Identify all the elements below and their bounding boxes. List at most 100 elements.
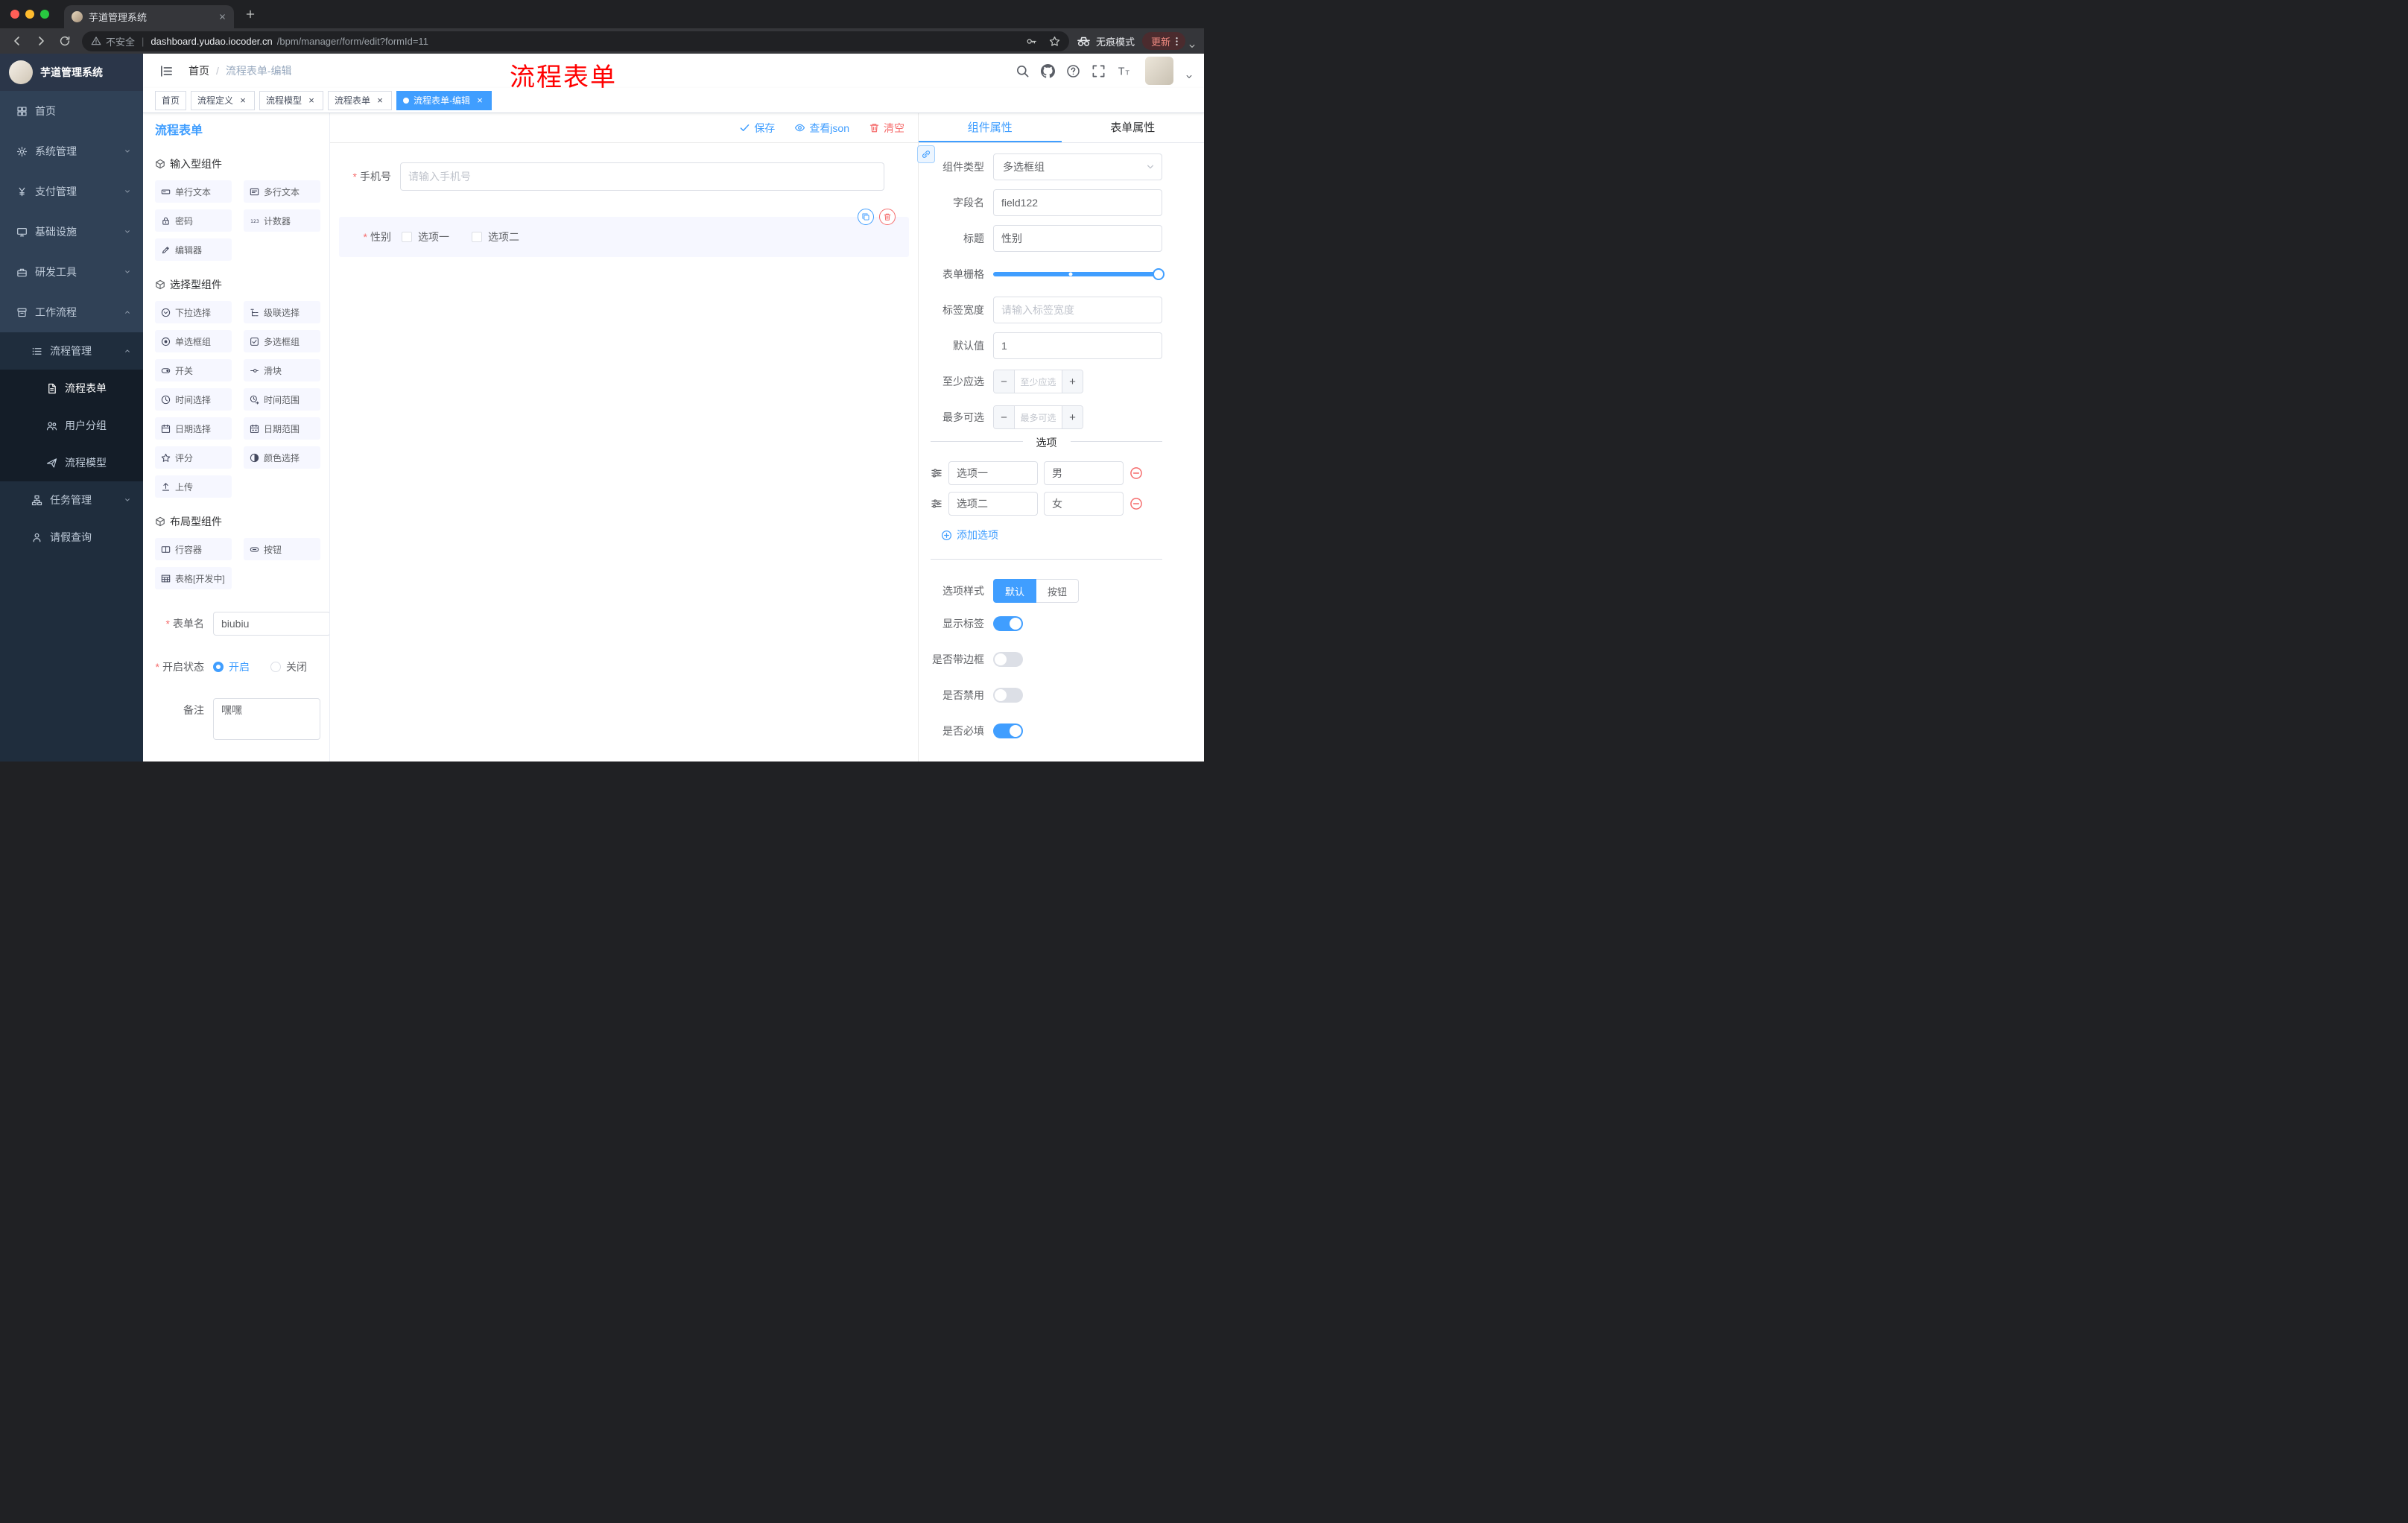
forward-button[interactable] [31, 31, 51, 51]
palette-item-radio[interactable]: 单选框组 [155, 330, 232, 352]
palette-item-btn[interactable]: 按钮 [244, 538, 320, 560]
option-value-input[interactable] [1044, 461, 1124, 485]
address-bar[interactable]: 不安全 | dashboard.yudao.iocoder.cn /bpm/ma… [82, 31, 1069, 51]
form-remark-textarea[interactable]: 嘿嘿 [213, 698, 320, 740]
chevron-down-icon[interactable] [1188, 42, 1197, 51]
minimize-window-button[interactable] [25, 10, 34, 19]
palette-item-upload[interactable]: 上传 [155, 475, 232, 498]
update-browser-button[interactable]: 更新 [1141, 32, 1185, 50]
option-value-input[interactable] [1044, 492, 1124, 516]
sidebar-item-user-group[interactable]: 用户分组 [0, 407, 143, 444]
component-type-select[interactable]: 多选框组 [993, 153, 1162, 180]
sidebar-item-workflow[interactable]: 工作流程 [0, 292, 143, 332]
save-button[interactable]: 保存 [739, 121, 775, 136]
palette-item-timerange[interactable]: 时间范围 [244, 388, 320, 411]
palette-item-rate[interactable]: 评分 [155, 446, 232, 469]
phone-input[interactable] [400, 162, 884, 191]
new-tab-button[interactable] [240, 4, 261, 25]
sidebar-item-system-mgmt[interactable]: 系统管理 [0, 131, 143, 171]
sidebar-item-dev-tools[interactable]: 研发工具 [0, 252, 143, 292]
palette-item-textarea[interactable]: 多行文本 [244, 180, 320, 203]
palette-item-switch[interactable]: 开关 [155, 359, 232, 381]
view-json-button[interactable]: 查看json [794, 121, 849, 136]
palette-item-table[interactable]: 表格[开发中] [155, 567, 232, 589]
add-option-button[interactable]: 添加选项 [941, 528, 1162, 542]
palette-item-select[interactable]: 下拉选择 [155, 301, 232, 323]
browser-menu-icon[interactable] [1171, 36, 1182, 47]
sidebar-item-leave-query[interactable]: 请假查询 [0, 519, 143, 556]
sidebar-toggle-icon[interactable] [159, 64, 174, 78]
browser-tab[interactable]: 芋道管理系统 [64, 5, 234, 28]
sidebar-item-process-form[interactable]: 流程表单 [0, 370, 143, 407]
palette-item-color[interactable]: 颜色选择 [244, 446, 320, 469]
sidebar-item-payment-mgmt[interactable]: 支付管理 [0, 171, 143, 212]
min-count-value[interactable]: 至少应选 [1015, 370, 1062, 393]
toggle-required[interactable] [993, 723, 1023, 738]
decrease-button[interactable]: − [994, 406, 1015, 428]
font-size-icon[interactable] [1117, 64, 1131, 78]
label-width-input[interactable] [993, 297, 1162, 323]
remove-option-icon[interactable] [1129, 497, 1143, 510]
palette-item-rowc[interactable]: 行容器 [155, 538, 232, 560]
copy-field-button[interactable] [858, 209, 874, 225]
checkbox-option-1[interactable]: 选项一 [402, 229, 449, 244]
toggle-disabled[interactable] [993, 688, 1023, 703]
sidebar-item-home[interactable]: 首页 [0, 91, 143, 131]
increase-button[interactable]: + [1062, 370, 1083, 393]
decrease-button[interactable]: − [994, 370, 1015, 393]
close-icon[interactable]: × [375, 95, 385, 106]
status-radio-off[interactable]: 关闭 [270, 659, 307, 674]
palette-item-lock[interactable]: 密码 [155, 209, 232, 232]
close-icon[interactable]: × [238, 95, 248, 106]
palette-item-time[interactable]: 时间选择 [155, 388, 232, 411]
reload-button[interactable] [55, 31, 75, 51]
sidebar-item-process-model[interactable]: 流程模型 [0, 444, 143, 481]
breadcrumb-home[interactable]: 首页 [188, 63, 209, 78]
nav-tag-4[interactable]: 流程表单-编辑 × [396, 90, 492, 110]
nav-tag-2[interactable]: 流程模型 × [259, 90, 324, 110]
github-icon[interactable] [1041, 64, 1055, 78]
sidebar-item-process-mgmt[interactable]: 流程管理 [0, 332, 143, 370]
drag-handle-icon[interactable] [931, 467, 942, 479]
palette-item-checkbox[interactable]: 多选框组 [244, 330, 320, 352]
nav-tag-0[interactable]: 首页 [155, 90, 187, 110]
bookmark-star-icon[interactable] [1049, 36, 1060, 47]
drag-handle-icon[interactable] [931, 498, 942, 510]
nav-tag-1[interactable]: 流程定义 × [191, 90, 256, 110]
field-name-input[interactable] [993, 189, 1162, 216]
max-count-value[interactable]: 最多可选 [1015, 406, 1062, 428]
search-icon[interactable] [1016, 64, 1030, 78]
nav-tag-3[interactable]: 流程表单 × [328, 90, 393, 110]
sidebar-item-infrastructure[interactable]: 基础设施 [0, 212, 143, 252]
link-button[interactable] [917, 145, 935, 163]
form-name-input[interactable] [213, 612, 329, 636]
slider-handle[interactable] [1153, 268, 1165, 280]
palette-item-cascader[interactable]: 级联选择 [244, 301, 320, 323]
palette-item-daterange[interactable]: 日期范围 [244, 417, 320, 440]
palette-item-input[interactable]: 单行文本 [155, 180, 232, 203]
default-value-input[interactable] [993, 332, 1162, 359]
close-icon[interactable]: × [306, 95, 317, 106]
palette-item-sliderh[interactable]: 滑块 [244, 359, 320, 381]
status-radio-on[interactable]: 开启 [213, 659, 250, 674]
fullscreen-icon[interactable] [1091, 64, 1106, 78]
avatar-caret-icon[interactable] [1185, 72, 1194, 81]
field-gender[interactable]: 性别 选项一 选项二 [339, 209, 909, 257]
title-input[interactable] [993, 225, 1162, 252]
remove-option-icon[interactable] [1129, 466, 1143, 480]
checkbox[interactable] [472, 232, 482, 242]
tab-component-props[interactable]: 组件属性 [919, 113, 1062, 142]
option-label-input[interactable] [948, 492, 1038, 516]
back-button[interactable] [7, 31, 27, 51]
tab-form-props[interactable]: 表单属性 [1062, 113, 1205, 142]
close-icon[interactable]: × [475, 95, 485, 106]
maximize-window-button[interactable] [40, 10, 49, 19]
palette-item-editor[interactable]: 编辑器 [155, 238, 232, 261]
help-icon[interactable] [1066, 64, 1080, 78]
user-avatar[interactable] [1145, 57, 1173, 85]
style-button-button[interactable]: 按钮 [1036, 579, 1080, 603]
password-key-icon[interactable] [1026, 36, 1037, 47]
close-window-button[interactable] [10, 10, 19, 19]
option-label-input[interactable] [948, 461, 1038, 485]
sidebar-item-task-mgmt[interactable]: 任务管理 [0, 481, 143, 519]
